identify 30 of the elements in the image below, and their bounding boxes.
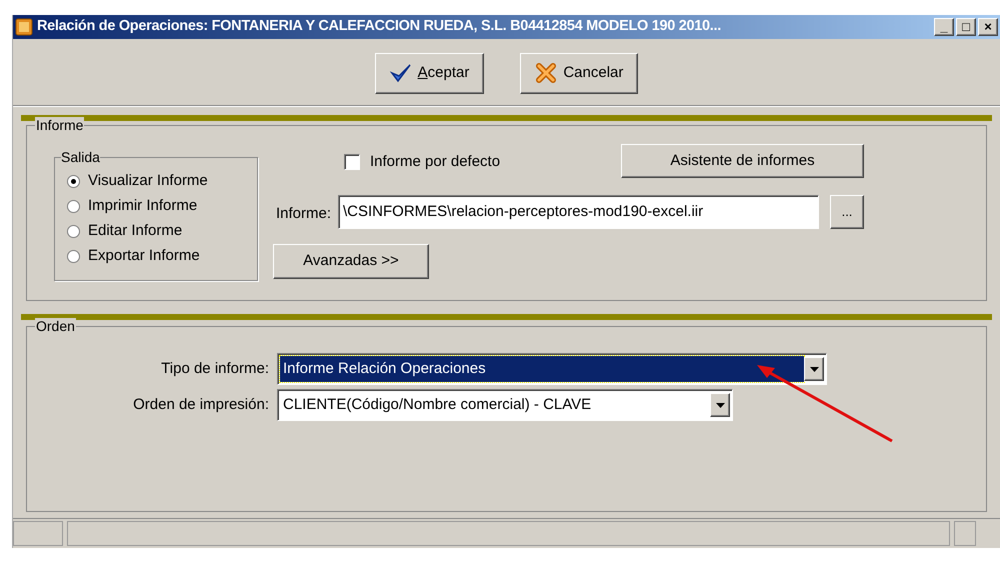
window-title: Relación de Operaciones: FONTANERIA Y CALEFACCION RUEDA, S.L. B04412854 MODELO 190 2010... — [37, 17, 721, 36]
radio-option[interactable]: Exportar Informe — [67, 244, 208, 269]
field-label: Orden de impresión: — [132, 394, 269, 415]
radio-option[interactable]: Editar Informe — [67, 219, 208, 244]
status-pane — [13, 521, 63, 546]
close-button[interactable]: × — [978, 18, 998, 36]
group-title: Salida — [61, 149, 100, 165]
dropdown[interactable]: CLIENTE(Código/Nombre comercial) - CLAVE — [277, 389, 733, 421]
group-title: Informe — [35, 117, 84, 133]
field-label: Tipo de informe: — [160, 358, 269, 379]
field-label: Informe: — [276, 204, 332, 224]
browse-button[interactable]: ... — [830, 195, 864, 229]
checkmark-icon — [390, 62, 412, 84]
dropdown-arrow-icon — [716, 402, 724, 408]
accept-button[interactable]: Aceptar — [374, 52, 484, 94]
group-title: Orden — [35, 318, 76, 334]
cancel-button[interactable]: Cancelar — [520, 52, 638, 94]
radio-option[interactable]: Imprimir Informe — [67, 194, 208, 219]
minimize-button[interactable]: _ — [934, 18, 954, 36]
maximize-button[interactable]: □ — [956, 18, 976, 36]
app-icon — [15, 18, 33, 36]
input-field[interactable]: \CSINFORMES\relacion-perceptores-mod190-excel.iir — [338, 195, 819, 229]
cross-icon — [535, 62, 558, 84]
radio-option[interactable]: Visualizar Informe — [67, 169, 208, 194]
advanced-button[interactable]: Avanzadas >> — [273, 244, 429, 279]
dropdown-arrow-icon — [810, 366, 818, 372]
checkbox[interactable]: Informe por defecto — [344, 151, 500, 174]
wizard-button[interactable]: Asistente de informes — [621, 144, 864, 178]
status-pane — [954, 521, 976, 546]
dropdown[interactable]: Informe Relación Operaciones — [277, 353, 827, 385]
